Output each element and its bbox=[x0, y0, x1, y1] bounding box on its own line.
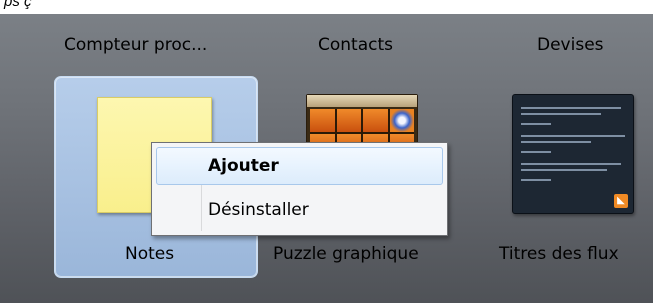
gadget-label-compteur[interactable]: Compteur proc... bbox=[64, 35, 207, 55]
gadget-label-devises[interactable]: Devises bbox=[537, 35, 604, 55]
gadget-label-titres-des-flux[interactable]: Titres des flux bbox=[499, 244, 619, 264]
menu-item-ajouter-label: Ajouter bbox=[208, 156, 279, 176]
gadget-label-notes[interactable]: Notes bbox=[125, 244, 174, 264]
context-menu: Ajouter Désinstaller bbox=[151, 142, 448, 236]
rss-icon: ◣ bbox=[614, 194, 628, 208]
menu-item-desinstaller[interactable]: Désinstaller bbox=[156, 191, 443, 229]
gadget-label-puzzle[interactable]: Puzzle graphique bbox=[273, 244, 419, 264]
top-strip: ps ç bbox=[0, 0, 653, 14]
top-strip-text: ps ç bbox=[4, 0, 32, 10]
menu-item-ajouter[interactable]: Ajouter bbox=[156, 147, 443, 185]
feed-headlines-thumbnail-icon[interactable]: ◣ bbox=[512, 94, 634, 214]
menu-item-desinstaller-label: Désinstaller bbox=[208, 200, 309, 220]
gadget-label-contacts[interactable]: Contacts bbox=[318, 35, 393, 55]
puzzle-titlebar bbox=[307, 95, 417, 107]
